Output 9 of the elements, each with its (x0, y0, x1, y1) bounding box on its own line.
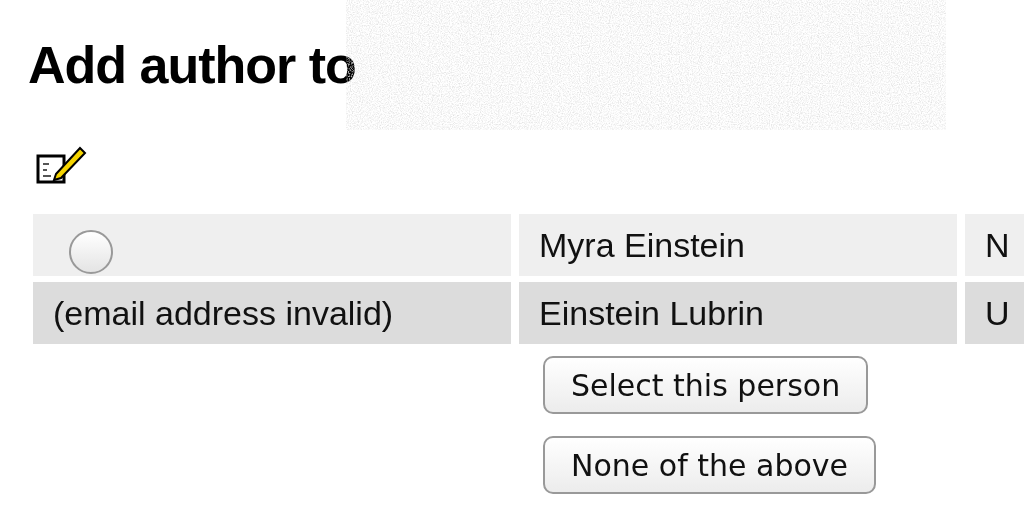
action-button[interactable]: Select this person (543, 356, 869, 414)
table-cell: U (965, 282, 1024, 344)
page-title: Add author to (28, 35, 356, 95)
table-cell: Einstein Lubrin (519, 282, 957, 344)
table-cell: (email address invalid) (33, 282, 511, 344)
radio-button[interactable] (69, 230, 113, 274)
table-cell: Myra Einstein (519, 214, 957, 276)
action-button[interactable]: None of the above (543, 436, 877, 494)
table-cell: N (965, 214, 1024, 276)
